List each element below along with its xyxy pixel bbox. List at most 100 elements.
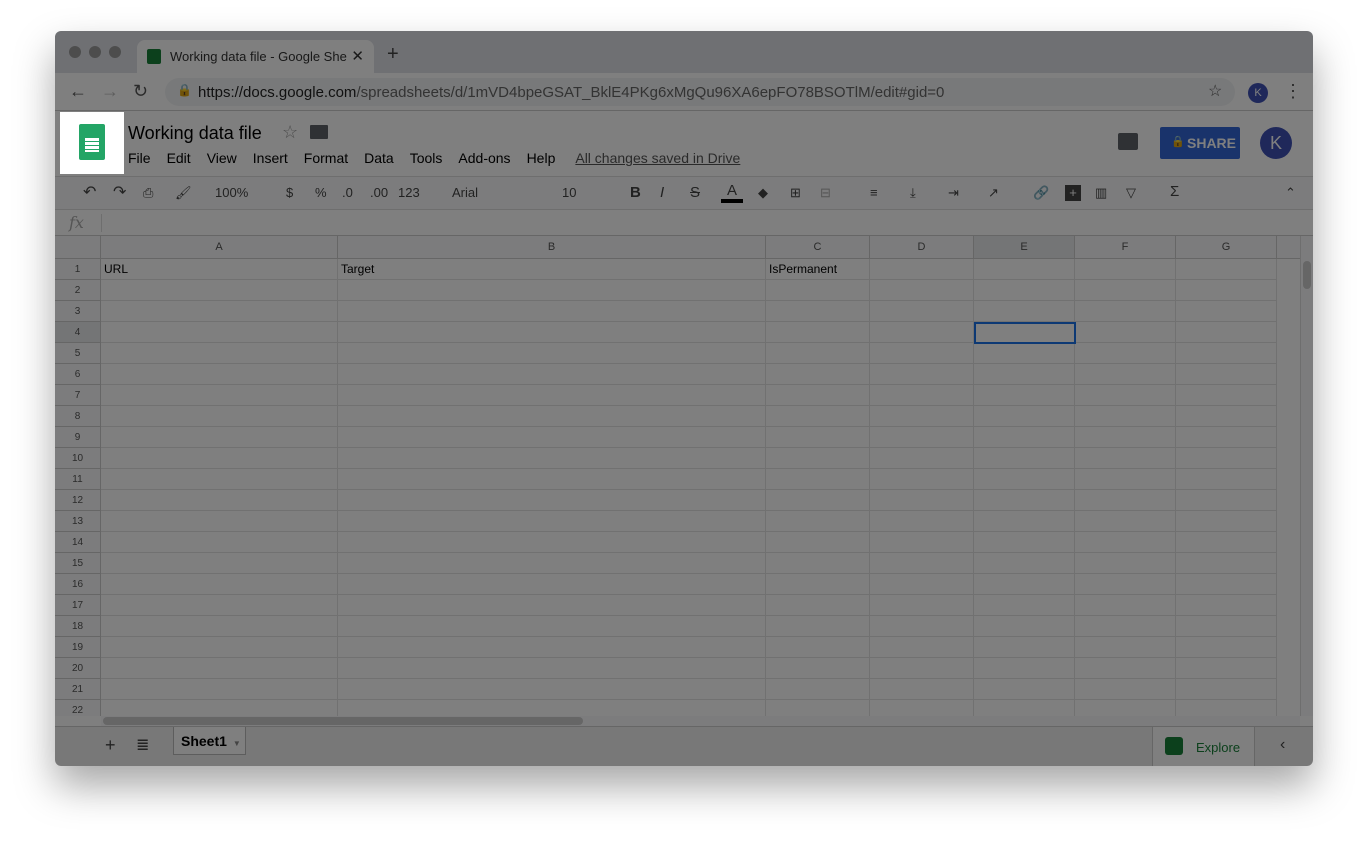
cell-d11[interactable] (870, 469, 974, 490)
new-tab-button[interactable]: + (387, 43, 399, 66)
cell-c3[interactable] (766, 301, 870, 322)
cell-a21[interactable] (101, 679, 338, 700)
cell-b12[interactable] (338, 490, 766, 511)
cell-f16[interactable] (1075, 574, 1176, 595)
insert-comment-icon[interactable]: + (1065, 185, 1081, 201)
cell-g2[interactable] (1176, 280, 1277, 301)
row-header-13[interactable]: 13 (55, 511, 101, 532)
menu-file[interactable]: File (128, 150, 151, 166)
cell-d12[interactable] (870, 490, 974, 511)
cell-a6[interactable] (101, 364, 338, 385)
cell-d2[interactable] (870, 280, 974, 301)
cell-f17[interactable] (1075, 595, 1176, 616)
cell-a12[interactable] (101, 490, 338, 511)
cell-d14[interactable] (870, 532, 974, 553)
cell-g18[interactable] (1176, 616, 1277, 637)
cell-f12[interactable] (1075, 490, 1176, 511)
cell-e20[interactable] (974, 658, 1075, 679)
cell-f7[interactable] (1075, 385, 1176, 406)
cell-a11[interactable] (101, 469, 338, 490)
sheets-logo-icon[interactable] (79, 124, 105, 160)
bookmark-star-icon[interactable]: ☆ (1208, 81, 1222, 101)
cell-g12[interactable] (1176, 490, 1277, 511)
cell-e15[interactable] (974, 553, 1075, 574)
menu-view[interactable]: View (207, 150, 237, 166)
text-wrap-icon[interactable]: ⇥ (948, 185, 959, 201)
forward-icon[interactable]: → (101, 81, 119, 102)
menu-tools[interactable]: Tools (410, 150, 443, 166)
close-tab-icon[interactable]: ✕ (351, 47, 364, 65)
cell-g9[interactable] (1176, 427, 1277, 448)
cell-a1[interactable]: URL (101, 259, 338, 280)
horizontal-scrollbar[interactable] (101, 716, 1300, 726)
cell-d16[interactable] (870, 574, 974, 595)
row-header-3[interactable]: 3 (55, 301, 101, 322)
row-header-6[interactable]: 6 (55, 364, 101, 385)
cell-e8[interactable] (974, 406, 1075, 427)
cell-a2[interactable] (101, 280, 338, 301)
cell-e17[interactable] (974, 595, 1075, 616)
folder-icon[interactable] (310, 125, 328, 139)
cell-g10[interactable] (1176, 448, 1277, 469)
cell-g6[interactable] (1176, 364, 1277, 385)
column-header-c[interactable]: C (766, 236, 870, 259)
cell-f10[interactable] (1075, 448, 1176, 469)
merge-cells-icon[interactable]: ⊟ (820, 185, 831, 201)
column-header-a[interactable]: A (101, 236, 338, 259)
cell-c21[interactable] (766, 679, 870, 700)
cell-c13[interactable] (766, 511, 870, 532)
cell-c18[interactable] (766, 616, 870, 637)
cell-g20[interactable] (1176, 658, 1277, 679)
row-header-16[interactable]: 16 (55, 574, 101, 595)
cell-f5[interactable] (1075, 343, 1176, 364)
row-header-17[interactable]: 17 (55, 595, 101, 616)
cell-e13[interactable] (974, 511, 1075, 532)
cell-e1[interactable] (974, 259, 1075, 280)
cell-e7[interactable] (974, 385, 1075, 406)
cell-f8[interactable] (1075, 406, 1176, 427)
cell-e21[interactable] (974, 679, 1075, 700)
cell-a16[interactable] (101, 574, 338, 595)
row-header-21[interactable]: 21 (55, 679, 101, 700)
formula-input[interactable] (101, 214, 1301, 232)
cell-b9[interactable] (338, 427, 766, 448)
account-avatar[interactable]: K (1260, 127, 1292, 159)
sheet-tab-sheet1[interactable]: Sheet1 ▼ (173, 727, 246, 755)
cell-c11[interactable] (766, 469, 870, 490)
cell-b18[interactable] (338, 616, 766, 637)
row-header-5[interactable]: 5 (55, 343, 101, 364)
doc-title[interactable]: Working data file (128, 123, 262, 144)
cell-a10[interactable] (101, 448, 338, 469)
cell-a20[interactable] (101, 658, 338, 679)
row-header-19[interactable]: 19 (55, 637, 101, 658)
collapse-toolbar-icon[interactable]: ⌃ (1285, 185, 1296, 201)
cell-b1[interactable]: Target (338, 259, 766, 280)
strikethrough-button[interactable]: S (690, 184, 700, 201)
cell-d10[interactable] (870, 448, 974, 469)
row-header-1[interactable]: 1 (55, 259, 101, 280)
redo-icon[interactable]: ↷ (113, 182, 126, 202)
cell-a17[interactable] (101, 595, 338, 616)
row-header-7[interactable]: 7 (55, 385, 101, 406)
menu-data[interactable]: Data (364, 150, 394, 166)
cell-f14[interactable] (1075, 532, 1176, 553)
profile-avatar[interactable]: K (1248, 83, 1268, 103)
cell-b21[interactable] (338, 679, 766, 700)
cell-b16[interactable] (338, 574, 766, 595)
insert-link-icon[interactable]: 🔗 (1033, 185, 1049, 201)
cell-e5[interactable] (974, 343, 1075, 364)
cell-e12[interactable] (974, 490, 1075, 511)
cell-g21[interactable] (1176, 679, 1277, 700)
star-icon[interactable]: ☆ (282, 122, 298, 143)
side-panel-toggle-icon[interactable]: ‹ (1280, 736, 1285, 754)
add-sheet-icon[interactable]: + (105, 735, 116, 756)
cell-g8[interactable] (1176, 406, 1277, 427)
cell-b17[interactable] (338, 595, 766, 616)
cell-b22[interactable] (338, 700, 766, 716)
cell-g4[interactable] (1176, 322, 1277, 343)
cell-d5[interactable] (870, 343, 974, 364)
decrease-decimal-button[interactable]: .0 (342, 185, 353, 200)
select-all-corner[interactable] (55, 236, 101, 259)
cell-b20[interactable] (338, 658, 766, 679)
cell-c17[interactable] (766, 595, 870, 616)
